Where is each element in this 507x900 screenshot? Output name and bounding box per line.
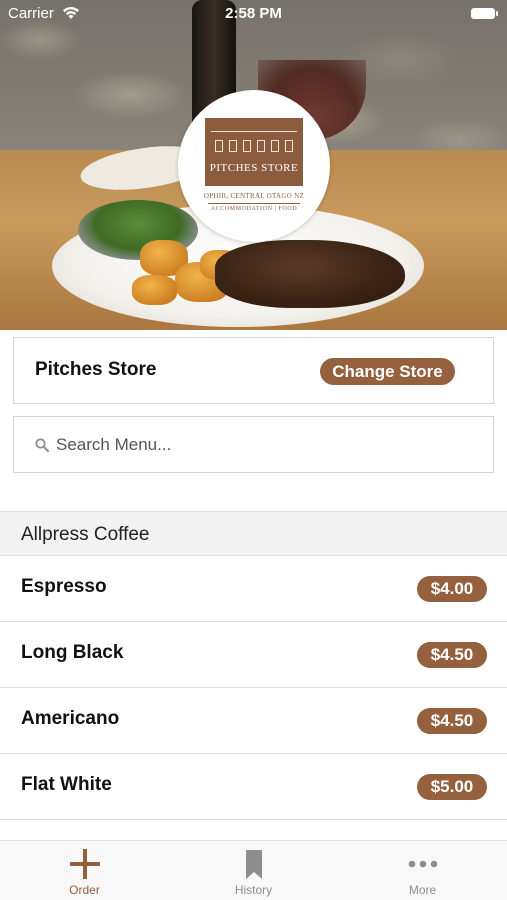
- tab-history[interactable]: History: [169, 841, 338, 900]
- logo-name: PITCHES STORE: [209, 162, 299, 174]
- tab-order-label: Order: [69, 883, 100, 897]
- bookmark-icon: [246, 850, 262, 879]
- change-store-button[interactable]: Change Store: [320, 358, 455, 385]
- search-icon: [35, 438, 49, 452]
- status-bar: Carrier 2:58 PM: [0, 0, 507, 28]
- more-icon: [408, 860, 438, 868]
- menu-item-flat-white[interactable]: Flat White $5.00: [0, 754, 507, 820]
- logo-divider: [208, 203, 300, 204]
- section-title: Allpress Coffee: [21, 524, 150, 545]
- menu-item-long-black[interactable]: Long Black $4.50: [0, 622, 507, 688]
- menu-list: Espresso $4.00 Long Black $4.50 American…: [0, 556, 507, 820]
- store-logo: PITCHES STORE OPHIR, CENTRAL OTAGO NZ AC…: [178, 90, 330, 242]
- logo-location: OPHIR, CENTRAL OTAGO NZ: [203, 192, 305, 200]
- battery-icon: [471, 8, 498, 19]
- menu-item-name: Long Black: [21, 642, 124, 663]
- store-name: Pitches Store: [35, 359, 157, 380]
- building-icon: PITCHES STORE: [205, 118, 303, 186]
- price-badge: $5.00: [417, 774, 487, 800]
- tab-order[interactable]: Order: [0, 841, 169, 900]
- potato: [132, 275, 177, 305]
- search-input[interactable]: [56, 431, 476, 459]
- tab-history-label: History: [234, 883, 273, 897]
- menu-item-name: Americano: [21, 708, 120, 729]
- menu-item-name: Flat White: [21, 774, 112, 795]
- steak: [215, 240, 405, 308]
- menu-item-espresso[interactable]: Espresso $4.00: [0, 556, 507, 622]
- price-badge: $4.50: [417, 708, 487, 734]
- logo-tagline: ACCOMMODATION | FOOD: [210, 206, 298, 212]
- menu-item-name: Espresso: [21, 576, 107, 597]
- menu-item-americano[interactable]: Americano $4.50: [0, 688, 507, 754]
- tab-more[interactable]: More: [338, 841, 507, 900]
- price-badge: $4.00: [417, 576, 487, 602]
- price-badge: $4.50: [417, 642, 487, 668]
- menu-section-header: Allpress Coffee: [0, 511, 507, 556]
- search-bar[interactable]: [13, 416, 494, 473]
- tab-more-label: More: [408, 883, 437, 897]
- status-time: 2:58 PM: [225, 5, 282, 22]
- plus-icon: [70, 849, 100, 879]
- tab-bar: Order History More: [0, 840, 507, 900]
- store-selector-card: Pitches Store Change Store: [13, 337, 494, 404]
